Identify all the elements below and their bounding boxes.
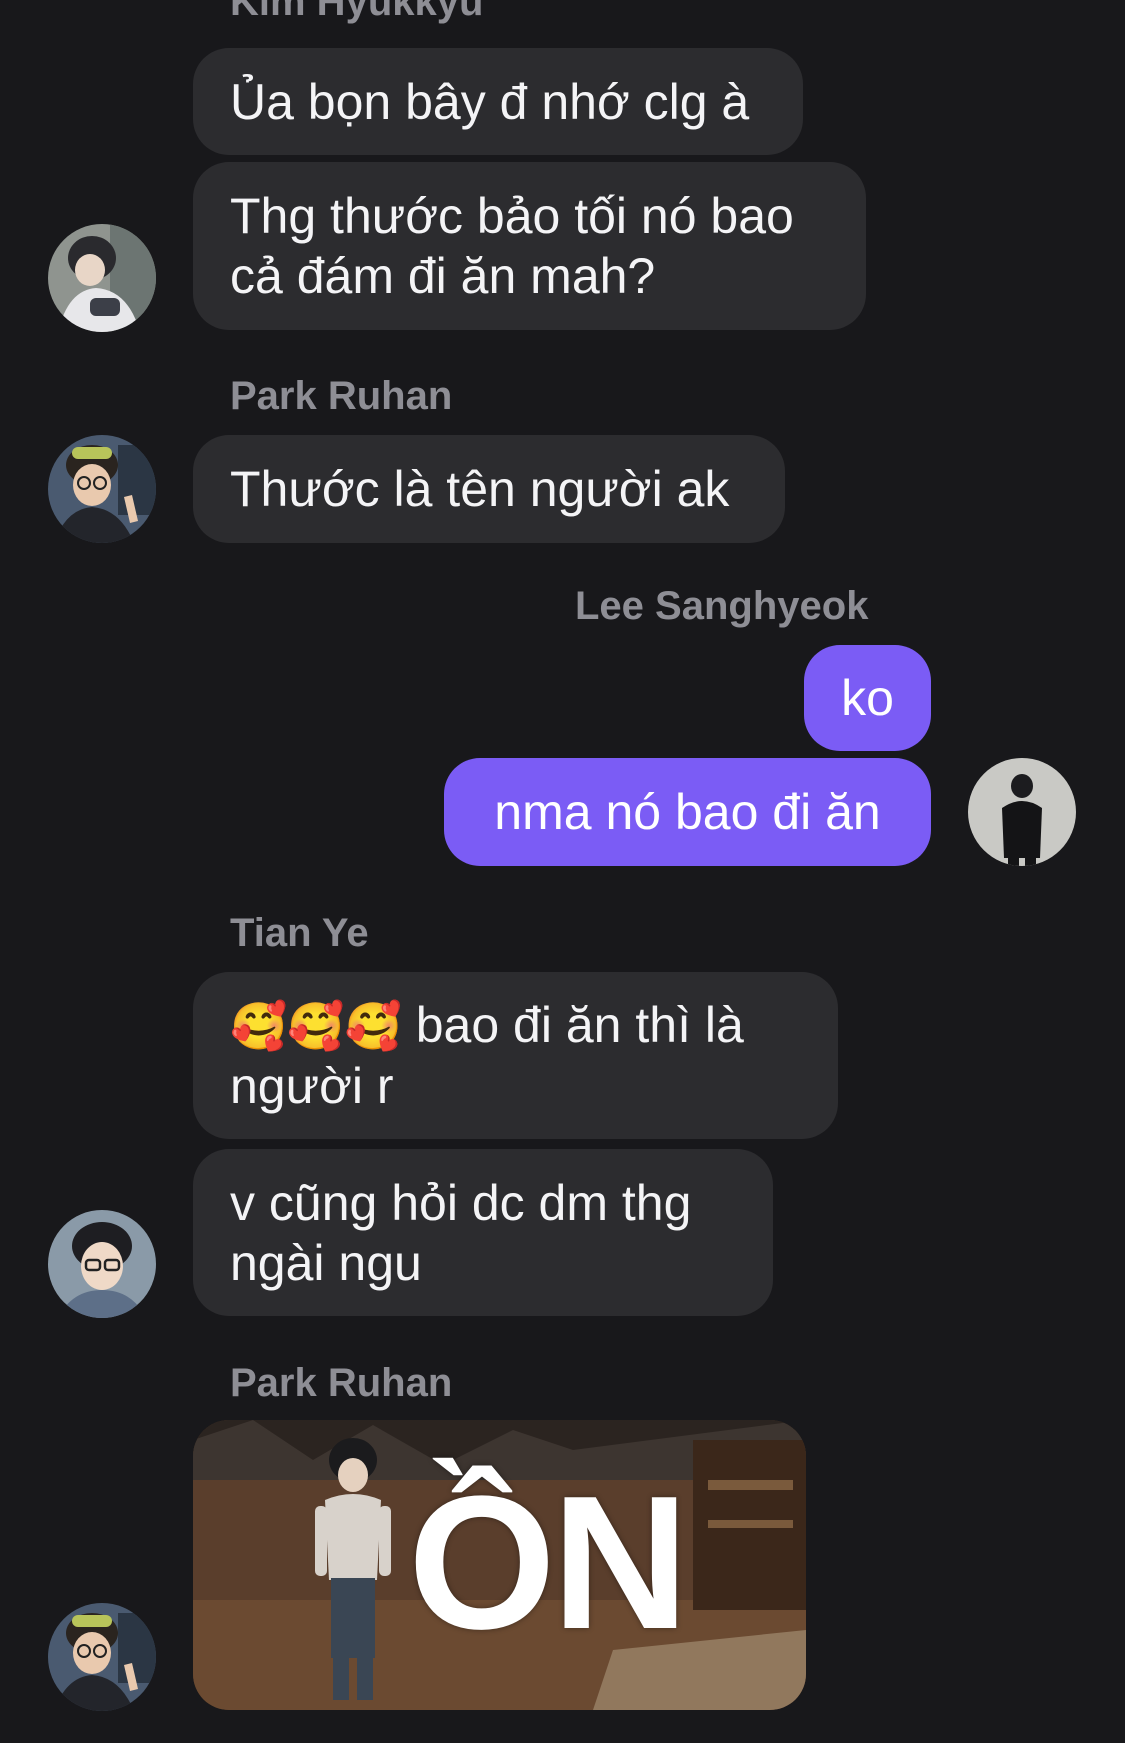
message-text: bao đi ăn thì là (415, 997, 744, 1053)
avatar-park-ruhan[interactable] (48, 1603, 156, 1711)
message-text: Ủa bọn bây đ nhớ clg à (230, 73, 750, 130)
smiling-face-with-hearts-emoji: 🥰🥰🥰 (230, 999, 402, 1053)
message-bubble[interactable]: v cũng hỏi dc dm thg ngài ngu (193, 1149, 773, 1316)
sender-name-lee-sanghyeok: Lee Sanghyeok (575, 584, 869, 628)
message-text: ko (841, 670, 894, 726)
message-bubble[interactable]: Ủa bọn bây đ nhớ clg à (193, 48, 803, 155)
message-text-line: người r (230, 1058, 394, 1114)
message-text-line: cả đám đi ăn mah? (230, 248, 656, 304)
avatar-lee-sanghyeok[interactable] (968, 758, 1076, 866)
message-bubble[interactable]: 🥰🥰🥰 bao đi ăn thì là người r (193, 972, 838, 1139)
message-bubble[interactable]: Thước là tên người ak (193, 435, 785, 543)
message-text: Thước là tên người ak (230, 461, 730, 517)
sender-name-park-ruhan: Park Ruhan (230, 374, 453, 418)
sender-name-park-ruhan: Park Ruhan (230, 1361, 453, 1405)
avatar-park-ruhan[interactable] (48, 435, 156, 543)
message-text-line: Thg thước bảo tối nó bao (230, 188, 794, 244)
image-caption-text: ỒN (408, 1457, 689, 1669)
message-text-line: 🥰🥰🥰 bao đi ăn thì là (230, 995, 801, 1056)
sender-name-tian-ye: Tian Ye (230, 911, 369, 955)
avatar-tian-ye[interactable] (48, 1210, 156, 1318)
message-bubble-outgoing[interactable]: nma nó bao đi ăn (444, 758, 931, 866)
message-bubble[interactable]: Thg thước bảo tối nó bao cả đám đi ăn ma… (193, 162, 866, 330)
message-text-line: ngài ngu (230, 1234, 422, 1291)
message-text: nma nó bao đi ăn (494, 784, 881, 840)
image-attachment[interactable]: ỒN (193, 1420, 806, 1710)
message-bubble-outgoing[interactable]: ko (804, 645, 931, 751)
message-text-line: v cũng hỏi dc dm thg (230, 1174, 692, 1231)
avatar-kim-hyukkyu[interactable] (48, 224, 156, 332)
sender-name-kim: Kim Hyukkyu (230, 0, 484, 24)
